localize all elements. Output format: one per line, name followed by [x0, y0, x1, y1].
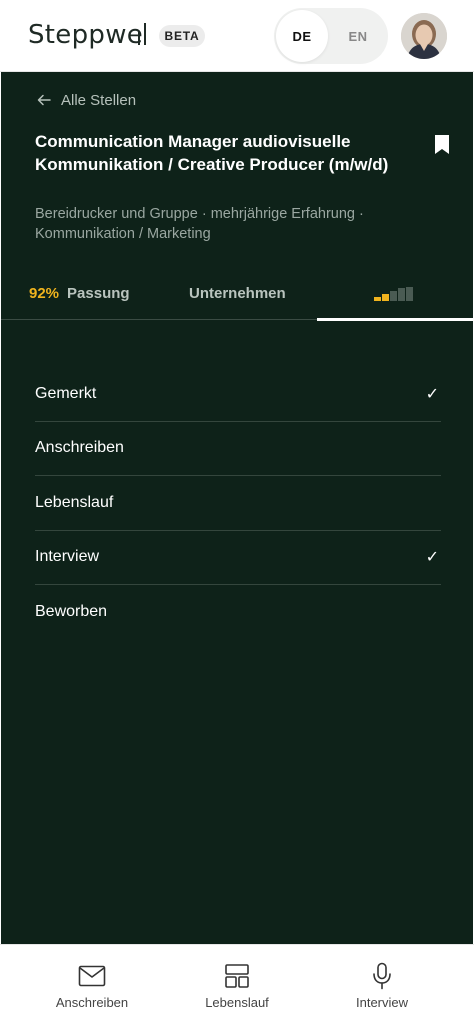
nav-item-lebenslauf[interactable]: Lebenslauf — [158, 945, 316, 1024]
progress-segment — [406, 287, 413, 301]
checklist-item-anschreiben[interactable]: Anschreiben — [35, 422, 441, 476]
checklist-item-beworben[interactable]: Beworben — [35, 585, 441, 640]
envelope-icon — [78, 963, 106, 989]
microphone-icon — [371, 962, 393, 990]
bookmark-button[interactable] — [433, 134, 451, 156]
checklist-item-interview[interactable]: Interview ✓ — [35, 531, 441, 585]
layout-icon — [224, 963, 250, 989]
checklist-item-lebenslauf[interactable]: Lebenslauf — [35, 476, 441, 531]
app-root: Steppwe BETA DE EN Alle Stellen Communic… — [0, 0, 474, 1024]
lang-button-de[interactable]: DE — [276, 10, 328, 62]
avatar-portrait-icon — [401, 13, 447, 59]
tab-status[interactable] — [317, 268, 473, 318]
active-tab-indicator — [317, 318, 473, 321]
arrow-left-icon — [37, 94, 51, 106]
logo[interactable]: Steppwe — [28, 20, 143, 50]
check-icon: ✓ — [425, 549, 439, 567]
tab-company[interactable]: Unternehmen — [189, 268, 286, 318]
logo-bars-icon — [136, 19, 150, 45]
checklist-item-gemerkt[interactable]: Gemerkt ✓ — [35, 367, 441, 422]
checklist-item-label: Lebenslauf — [35, 493, 114, 511]
fit-percent: 92% — [29, 284, 60, 302]
nav-item-anschreiben[interactable]: Anschreiben — [13, 945, 171, 1024]
fit-label: Passung — [67, 284, 130, 302]
nav-item-interview[interactable]: Interview — [303, 945, 461, 1024]
progress-segment — [374, 297, 381, 301]
nav-label: Interview — [355, 995, 409, 1010]
nav-label: Anschreiben — [55, 995, 129, 1010]
job-detail-panel: Alle Stellen Communication Manager audio… — [1, 72, 473, 944]
status-progress-icon — [374, 285, 416, 301]
progress-segment — [390, 291, 397, 301]
checklist-item-label: Interview — [35, 548, 100, 566]
job-title: Communication Manager audiovisuelle Komm… — [35, 132, 389, 174]
tab-bar: 92% Passung Unternehmen — [1, 268, 473, 321]
checklist-item-label: Beworben — [35, 603, 108, 621]
checklist-item-label: Anschreiben — [35, 439, 124, 457]
bookmark-icon — [435, 135, 449, 154]
check-icon: ✓ — [425, 385, 439, 403]
language-toggle: DE EN — [274, 8, 388, 64]
progress-segment — [382, 294, 389, 301]
bottom-nav: Anschreiben Lebenslauf Interview — [0, 944, 474, 1024]
company-label: Unternehmen — [189, 284, 286, 302]
top-header: Steppwe BETA DE EN — [0, 0, 474, 72]
job-meta: Bereidrucker und Gruppe · mehrjährige Er… — [35, 206, 364, 242]
nav-label: Lebenslauf — [205, 995, 269, 1010]
tab-fit[interactable]: 92% Passung — [29, 268, 130, 318]
back-link[interactable]: Alle Stellen — [37, 90, 136, 110]
avatar[interactable] — [401, 13, 447, 59]
beta-badge: BETA — [159, 25, 205, 47]
progress-segment — [398, 288, 405, 301]
back-link-label: Alle Stellen — [61, 91, 137, 109]
lang-button-en[interactable]: EN — [332, 10, 384, 62]
status-checklist: Gemerkt ✓ Anschreiben Lebenslauf Intervi… — [35, 367, 441, 640]
checklist-item-label: Gemerkt — [35, 384, 97, 402]
